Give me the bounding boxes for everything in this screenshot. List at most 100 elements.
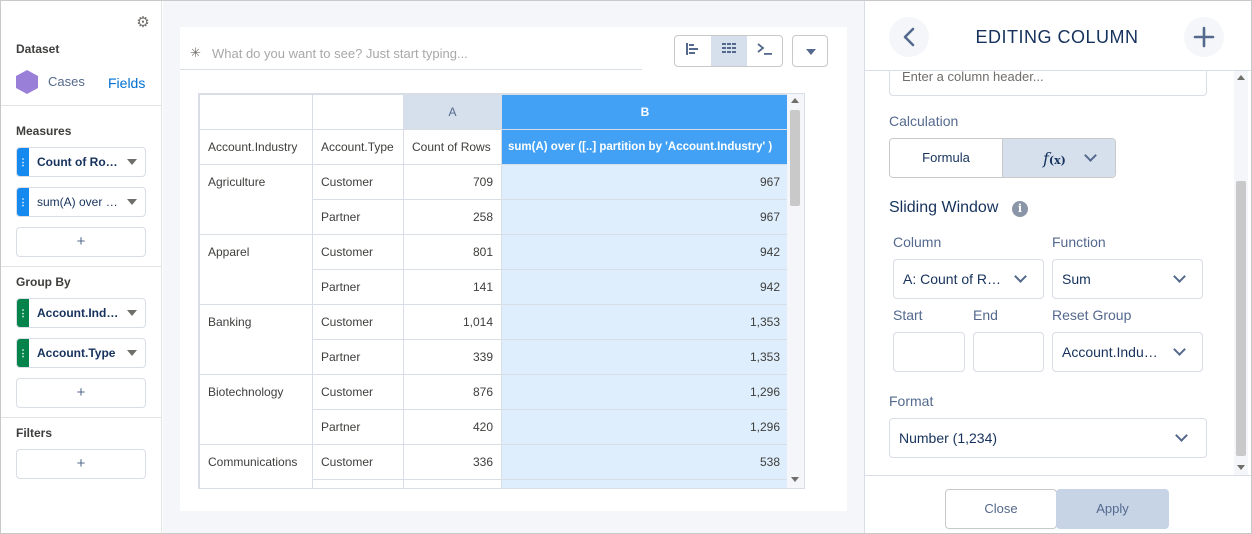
sum-cell: 942 <box>501 269 789 305</box>
industry-cell: Banking <box>199 304 313 375</box>
saql-view-icon[interactable] <box>747 36 782 66</box>
group-label: Account.Industry <box>37 306 121 320</box>
sliding-window-title: Sliding Window <box>889 199 999 216</box>
gear-icon[interactable]: ⚙ <box>135 15 151 31</box>
dataset-title: Dataset <box>16 42 60 56</box>
chevron-down-icon[interactable] <box>127 310 137 316</box>
plus-icon <box>1193 26 1215 48</box>
type-cell: Partner <box>312 339 404 375</box>
count-cell: 876 <box>403 374 502 410</box>
function-icon: f(x) <box>1043 149 1066 168</box>
format-select-value: Number (1,234) <box>899 430 998 446</box>
table-row: Biotechnology Customer 876 1,296 <box>199 374 789 445</box>
info-icon[interactable]: i <box>1012 201 1028 217</box>
scroll-down-icon[interactable] <box>1237 465 1245 470</box>
column-letter-a[interactable]: A <box>403 94 502 130</box>
drag-handle-icon[interactable]: ⋮ <box>17 188 29 216</box>
filters-title: Filters <box>16 426 53 440</box>
drag-handle-icon[interactable]: ⋮ <box>17 148 29 176</box>
type-cell: Partner <box>312 269 404 305</box>
table-row: Communications Customer 336 538 <box>199 444 789 488</box>
scroll-thumb[interactable] <box>1236 181 1246 456</box>
results-canvas: ✳ What do you want to see? Just start ty… <box>180 27 847 511</box>
scroll-up-icon[interactable] <box>791 98 799 103</box>
fields-link[interactable]: Fields <box>108 75 145 91</box>
chevron-down-icon <box>1175 429 1188 442</box>
column-select[interactable]: A: Count of Rows <box>893 259 1044 299</box>
scroll-up-icon[interactable] <box>1237 75 1245 80</box>
table-scrollbar[interactable] <box>787 94 804 488</box>
group-pill-type[interactable]: ⋮ Account.Type <box>16 338 146 368</box>
chevron-down-icon <box>1014 270 1027 283</box>
chevron-down-icon[interactable] <box>127 159 137 165</box>
column-letter-b[interactable]: B <box>501 94 789 130</box>
sum-cell: 942 <box>501 234 789 270</box>
scroll-thumb[interactable] <box>790 110 800 206</box>
sum-cell: 1,353 <box>501 304 789 340</box>
chart-view-icon[interactable] <box>675 36 711 66</box>
end-input[interactable] <box>973 332 1044 372</box>
function-mode-button[interactable]: f(x) <box>1003 139 1115 177</box>
query-input[interactable] <box>212 43 642 63</box>
add-group-button[interactable]: + <box>16 378 146 408</box>
column-header-input[interactable] <box>889 71 1207 96</box>
count-cell: 801 <box>403 234 502 270</box>
scroll-down-icon[interactable] <box>791 477 799 482</box>
chevron-down-icon <box>1173 343 1186 356</box>
divider <box>1 417 162 418</box>
measure-pill-sum[interactable]: ⋮ sum(A) over ([..] partition by 'Accoun… <box>16 187 146 217</box>
measure-pill-count[interactable]: ⋮ Count of Rows <box>16 147 146 177</box>
reset-group-select[interactable]: Account.Industry <box>1052 332 1203 372</box>
sum-cell: 967 <box>501 199 789 235</box>
type-cell: Partner <box>312 409 404 445</box>
chevron-down-icon <box>1173 270 1186 283</box>
formula-button[interactable]: Formula <box>890 139 1003 177</box>
column-header-selected[interactable]: sum(A) over ([..] partition by 'Account.… <box>501 129 789 165</box>
divider <box>1 266 162 267</box>
industry-cell: Biotechnology <box>199 374 313 445</box>
dataset-row: Cases Fields <box>16 69 151 95</box>
sum-cell: 1,296 <box>501 409 789 445</box>
measure-label: sum(A) over ([..] partition by 'Account.… <box>37 195 121 209</box>
sum-cell: 1,353 <box>501 339 789 375</box>
view-options-dropdown[interactable] <box>792 35 828 67</box>
table-row: Apparel Customer 801 942 <box>199 234 789 305</box>
industry-cell: Agriculture <box>199 164 313 235</box>
view-toggle-group <box>674 35 783 67</box>
chevron-down-icon <box>806 49 816 55</box>
chevron-down-icon[interactable] <box>127 199 137 205</box>
sparkle-icon: ✳ <box>190 45 201 60</box>
function-select[interactable]: Sum <box>1052 259 1203 299</box>
dataset-icon <box>16 70 38 94</box>
format-label: Format <box>889 393 934 409</box>
chevron-down-icon[interactable] <box>127 350 137 356</box>
table-row: Agriculture Customer 709 967 <box>199 164 789 235</box>
sum-cell: 1,296 <box>501 374 789 410</box>
type-cell: Customer <box>312 164 404 200</box>
dataset-name[interactable]: Cases <box>48 74 85 89</box>
group-pill-industry[interactable]: ⋮ Account.Industry <box>16 298 146 328</box>
drag-handle-icon[interactable]: ⋮ <box>17 339 29 367</box>
add-filter-button[interactable]: + <box>16 449 146 479</box>
results-table: A B Account.Industry Account.Type Count … <box>198 93 805 489</box>
sum-cell: 967 <box>501 164 789 200</box>
column-label: Column <box>893 234 942 250</box>
add-measure-button[interactable]: + <box>16 227 146 257</box>
divider <box>1 105 162 106</box>
industry-cell: Apparel <box>199 234 313 305</box>
sum-cell <box>501 479 789 488</box>
start-input[interactable] <box>893 332 965 372</box>
type-cell <box>312 479 404 488</box>
end-label: End <box>973 307 998 323</box>
column-header[interactable]: Count of Rows <box>403 129 502 165</box>
add-column-button[interactable] <box>1184 17 1224 57</box>
main-area: ✳ What do you want to see? Just start ty… <box>163 1 864 533</box>
count-cell: 339 <box>403 339 502 375</box>
panel-scrollbar[interactable] <box>1234 71 1248 475</box>
drag-handle-icon[interactable]: ⋮ <box>17 299 29 327</box>
compare-table-view-icon[interactable] <box>711 36 747 66</box>
close-button[interactable]: Close <box>945 489 1057 529</box>
apply-button[interactable]: Apply <box>1056 489 1169 529</box>
column-select-value: A: Count of Rows <box>903 271 1003 287</box>
format-select[interactable]: Number (1,234) <box>889 418 1207 458</box>
